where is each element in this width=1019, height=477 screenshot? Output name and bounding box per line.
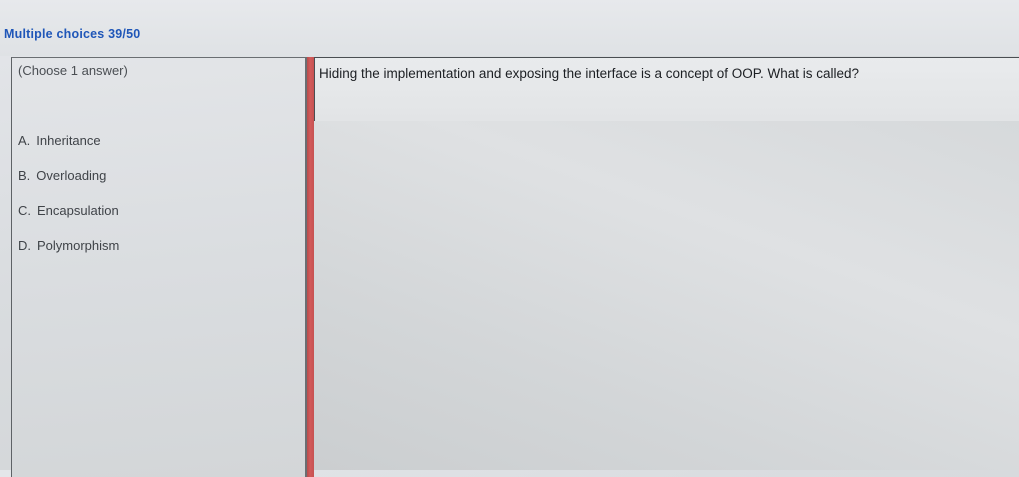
question-text: Hiding the implementation and exposing t… bbox=[319, 66, 860, 81]
option-label: Overloading bbox=[36, 168, 107, 183]
option-c[interactable]: C. Encapsulation bbox=[18, 203, 119, 218]
option-letter: A. bbox=[18, 133, 31, 148]
option-label: Inheritance bbox=[36, 133, 101, 148]
panel-divider bbox=[307, 57, 314, 477]
option-letter: C. bbox=[18, 203, 31, 218]
option-a[interactable]: A. Inheritance bbox=[18, 133, 101, 148]
option-d[interactable]: D. Polymorphism bbox=[18, 238, 119, 253]
header-bar bbox=[0, 0, 1019, 56]
option-letter: D. bbox=[18, 238, 31, 253]
option-label: Encapsulation bbox=[37, 203, 119, 218]
option-letter: B. bbox=[18, 168, 31, 183]
instruction-text: (Choose 1 answer) bbox=[18, 63, 128, 78]
question-content-area bbox=[314, 121, 1019, 470]
question-box: Hiding the implementation and exposing t… bbox=[314, 57, 1019, 121]
option-label: Polymorphism bbox=[37, 238, 120, 253]
section-title: Multiple choices 39/50 bbox=[4, 27, 141, 41]
options-panel: (Choose 1 answer) A. Inheritance B. Overlo… bbox=[11, 57, 307, 477]
option-b[interactable]: B. Overloading bbox=[18, 168, 106, 183]
